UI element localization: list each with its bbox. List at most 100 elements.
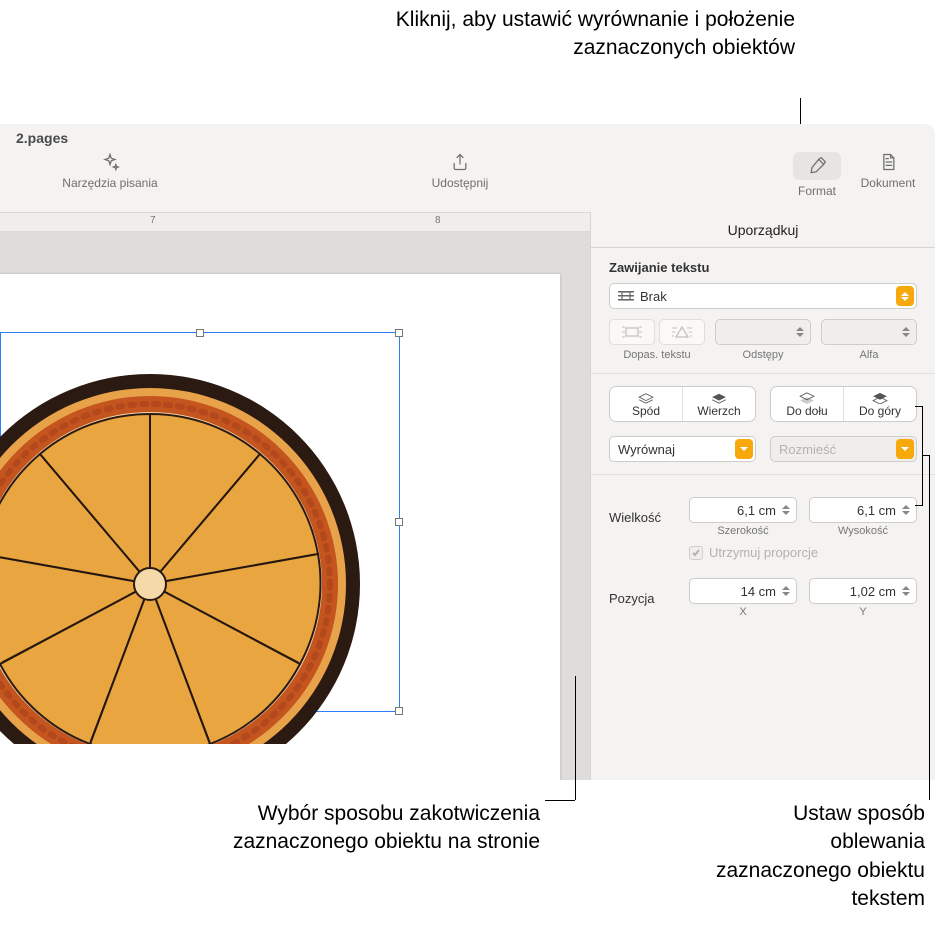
writing-tools-button[interactable]: Narzędzia pisania (50, 152, 170, 190)
callout-top: Kliknij, aby ustawić wyrównanie i położe… (375, 6, 795, 63)
app-window: 2.pages Narzędzia pisania Udostępnij For… (0, 124, 935, 780)
resize-handle[interactable] (196, 329, 204, 337)
inspector-panel: Uporządkuj Zawijanie tekstu Brak (590, 212, 935, 780)
format-label: Format (798, 184, 836, 198)
fit-shape-icon (672, 325, 692, 339)
height-stepper[interactable]: 6,1 cm (809, 497, 917, 523)
send-backward-button[interactable]: Do dołu (771, 387, 843, 421)
ruler-mark: 8 (435, 215, 441, 226)
constrain-label: Utrzymuj proporcje (709, 545, 818, 560)
x-label: X (689, 606, 797, 618)
callout-bracket (922, 406, 923, 506)
stepper-arrows-icon (778, 581, 794, 601)
align-value: Wyrównaj (618, 442, 675, 457)
bring-to-front-button[interactable]: Wierzch (682, 387, 755, 421)
label: Do dołu (786, 405, 827, 417)
document-label: Dokument (861, 176, 916, 190)
doc-filename: 2.pages (0, 130, 68, 146)
share-icon (450, 152, 470, 172)
text-fit-label: Dopas. tekstu (609, 349, 705, 361)
x-stepper[interactable]: 14 cm (689, 578, 797, 604)
height-label: Wysokość (809, 525, 917, 537)
stepper-arrows-icon (792, 322, 808, 342)
selected-image[interactable] (0, 354, 380, 744)
document-icon (878, 152, 898, 172)
resize-handle[interactable] (395, 329, 403, 337)
text-fit-contour-button[interactable] (659, 319, 705, 345)
callout-line (800, 98, 801, 124)
resize-handle[interactable] (395, 707, 403, 715)
tab-arrange[interactable]: Uporządkuj (710, 222, 817, 238)
checkbox-icon (689, 546, 703, 560)
titlebar: 2.pages (0, 124, 935, 152)
text-wrap-dropdown[interactable]: Brak (609, 283, 917, 309)
writing-tools-label: Narzędzia pisania (62, 176, 157, 190)
alpha-label: Alfa (821, 349, 917, 361)
chevron-updown-icon (896, 286, 914, 306)
distribute-value: Rozmieść (779, 442, 836, 457)
callout-line (929, 455, 930, 800)
layer-seg-back-front: Spód Wierzch (609, 386, 756, 422)
ruler: 7 8 (0, 212, 590, 232)
constrain-checkbox-row[interactable]: Utrzymuj proporcje (609, 545, 917, 560)
width-value: 6,1 cm (737, 503, 776, 518)
size-position-section: Wielkość 6,1 cm Szerokość 6,1 cm (591, 475, 935, 630)
paintbrush-icon (807, 156, 827, 176)
height-value: 6,1 cm (857, 503, 896, 518)
callout-bottom-right-text: Ustaw sposób oblewania zaznaczonego obie… (716, 802, 925, 910)
width-label: Szerokość (689, 525, 797, 537)
chevron-down-icon (735, 439, 753, 459)
size-label: Wielkość (609, 510, 679, 525)
callout-line (545, 800, 575, 801)
layers-front-icon (710, 392, 728, 404)
text-fit-auto-button[interactable] (609, 319, 655, 345)
layer-up-icon (871, 392, 889, 404)
chevron-down-icon (896, 439, 914, 459)
share-button[interactable]: Udostępnij (420, 152, 500, 190)
document-button[interactable]: Dokument (853, 152, 923, 190)
callout-bottom-left: Wybór sposobu zakotwiczenia zaznaczonego… (140, 800, 540, 857)
y-stepper[interactable]: 1,02 cm (809, 578, 917, 604)
ruler-mark: 7 (150, 215, 156, 226)
y-label: Y (809, 606, 917, 618)
toolbar: Narzędzia pisania Udostępnij Format Doku… (0, 152, 935, 212)
layer-seg-down-up: Do dołu Do góry (770, 386, 917, 422)
canvas[interactable] (0, 232, 590, 780)
x-value: 14 cm (741, 584, 776, 599)
spacing-label: Odstępy (715, 349, 811, 361)
callout-line (575, 676, 576, 800)
format-button[interactable]: Format (787, 152, 847, 198)
resize-handle[interactable] (395, 518, 403, 526)
label: Do góry (859, 405, 901, 417)
align-dropdown[interactable]: Wyrównaj (609, 436, 756, 462)
share-label: Udostępnij (432, 176, 489, 190)
text-wrap-value: Brak (640, 289, 667, 304)
callout-bottom-right: Ustaw sposób oblewania zaznaczonego obie… (715, 800, 925, 913)
stepper-arrows-icon (898, 322, 914, 342)
stepper-arrows-icon (898, 500, 914, 520)
callout-top-text: Kliknij, aby ustawić wyrównanie i położe… (396, 8, 795, 59)
stepper-arrows-icon (778, 500, 794, 520)
sparkle-icon (100, 152, 120, 172)
label: Spód (632, 405, 660, 417)
spacing-stepper[interactable] (715, 319, 811, 345)
layer-down-icon (798, 392, 816, 404)
fit-rect-icon (622, 325, 642, 339)
text-wrap-section: Zawijanie tekstu Brak (591, 248, 935, 374)
layers-back-icon (637, 392, 655, 404)
distribute-dropdown[interactable]: Rozmieść (770, 436, 917, 462)
y-value: 1,02 cm (850, 584, 896, 599)
alpha-stepper[interactable] (821, 319, 917, 345)
text-wrap-title: Zawijanie tekstu (609, 260, 917, 275)
send-to-back-button[interactable]: Spód (610, 387, 682, 421)
label: Wierzch (697, 405, 740, 417)
bring-forward-button[interactable]: Do góry (843, 387, 916, 421)
stepper-arrows-icon (898, 581, 914, 601)
wrap-none-icon (618, 290, 634, 302)
layer-section: Spód Wierzch Do dołu Do góry (591, 374, 935, 475)
page[interactable] (0, 274, 560, 780)
position-label: Pozycja (609, 591, 679, 606)
width-stepper[interactable]: 6,1 cm (689, 497, 797, 523)
inspector-tabs: Uporządkuj (591, 212, 935, 248)
callout-bottom-left-text: Wybór sposobu zakotwiczenia zaznaczonego… (233, 802, 540, 853)
